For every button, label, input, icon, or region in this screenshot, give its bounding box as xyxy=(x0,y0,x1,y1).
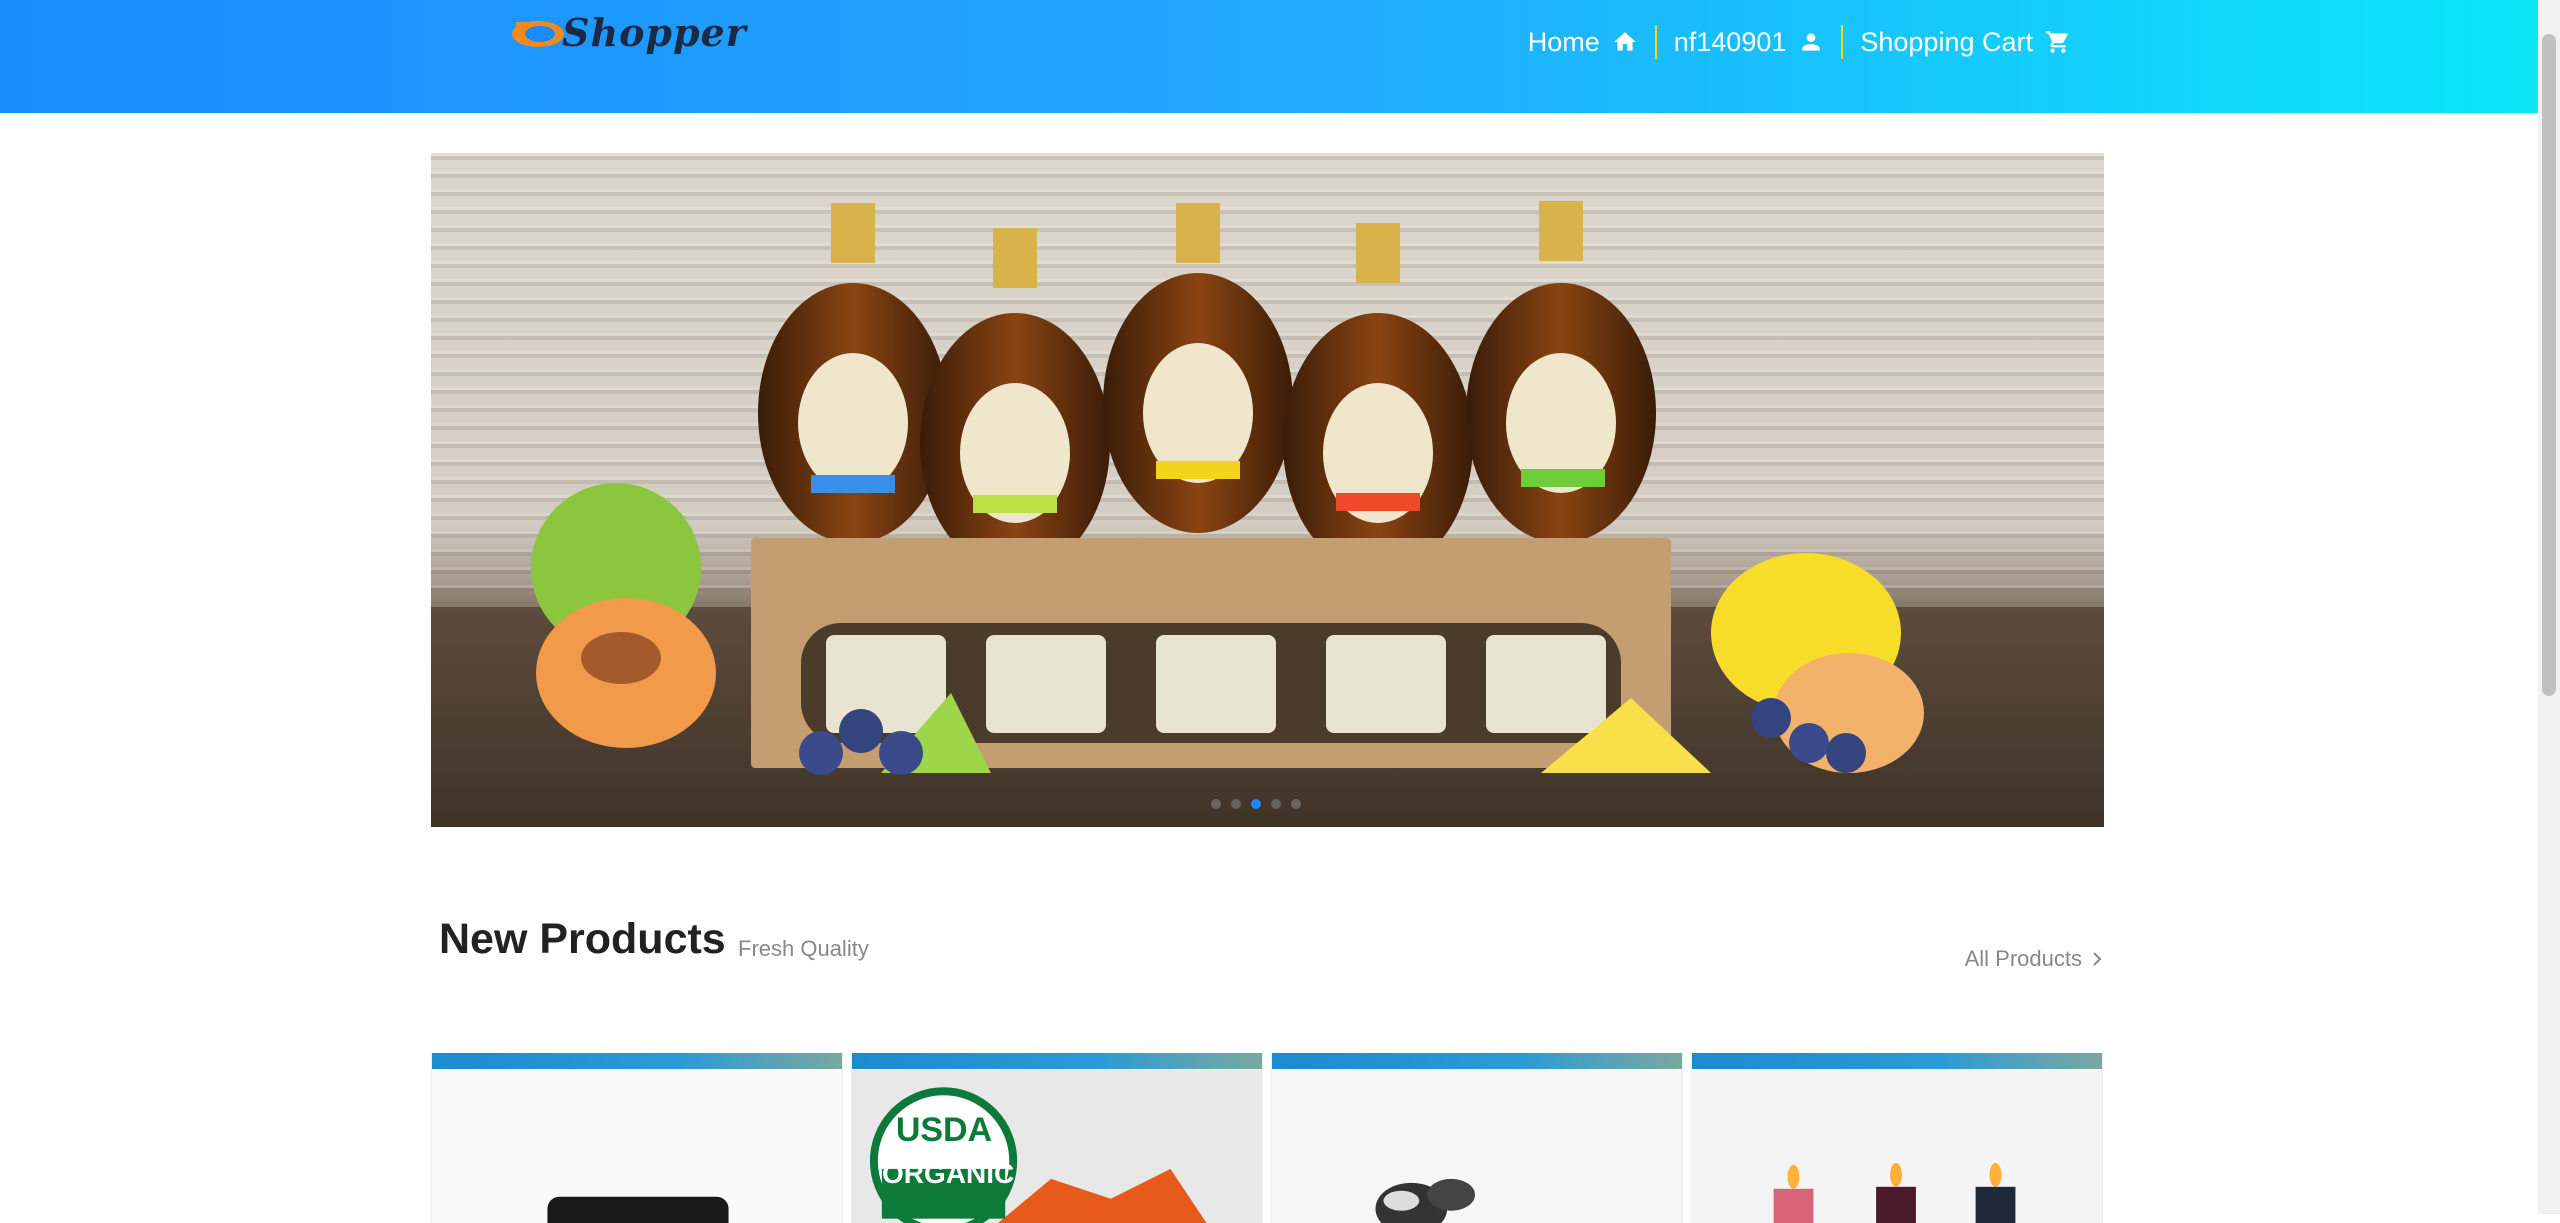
nav-cart-label: Shopping Cart xyxy=(1860,26,2033,57)
all-products-label: All Products xyxy=(1964,946,2082,971)
carousel-dot-3[interactable] xyxy=(1251,799,1261,809)
logo-text: Shopper xyxy=(562,10,747,55)
hero-carousel[interactable] xyxy=(431,153,2104,827)
all-products-link[interactable]: All Products xyxy=(1965,946,2104,972)
card-top-bar xyxy=(1272,1053,1682,1069)
shopper-logo[interactable]: Shopper xyxy=(510,8,765,56)
carousel-dot-1[interactable] xyxy=(1211,799,1221,809)
carousel-dot-2[interactable] xyxy=(1231,799,1241,809)
bottle-peach xyxy=(1283,223,1473,573)
nav-home-label: Home xyxy=(1527,26,1600,57)
section-subtitle: Fresh Quality xyxy=(738,936,869,961)
product-card[interactable] xyxy=(1691,1053,2103,1223)
scrollbar-thumb[interactable] xyxy=(2542,34,2556,696)
section-title: New Products xyxy=(439,915,726,963)
bottle-lemon xyxy=(1103,203,1293,533)
card-top-bar xyxy=(852,1053,1262,1069)
cart-icon xyxy=(2046,31,2068,53)
chevron-right-icon xyxy=(2093,952,2102,966)
bottle-blueberry xyxy=(758,203,948,543)
badge-line-1: USDA xyxy=(895,1111,993,1149)
badge-line-2: ORGANIC xyxy=(882,1158,1015,1189)
page-scrollbar[interactable] xyxy=(2538,0,2560,1214)
product-image-wrapped-candies xyxy=(1272,1069,1682,1223)
product-card[interactable] xyxy=(431,1053,843,1223)
product-image-candles xyxy=(1692,1069,2102,1223)
nav-user-label: nf140901 xyxy=(1673,26,1787,57)
top-header: Shopper Home nf140901 Shopping Cart xyxy=(0,0,2538,113)
nav-user-link[interactable]: nf140901 xyxy=(1657,22,1842,62)
product-image-black-jar xyxy=(432,1069,842,1223)
home-icon xyxy=(1613,32,1636,51)
product-card[interactable] xyxy=(1271,1053,1683,1223)
product-card[interactable]: USDA ORGANIC xyxy=(851,1053,1263,1223)
bottle-apple xyxy=(1466,201,1656,543)
nav-cart-link[interactable]: Shopping Cart xyxy=(1843,22,2088,62)
carousel-dot-5[interactable] xyxy=(1291,799,1301,809)
bottle-key-lime xyxy=(920,228,1110,573)
card-top-bar xyxy=(432,1053,842,1069)
card-top-bar xyxy=(1692,1053,2102,1069)
carousel-indicators xyxy=(1211,799,1301,809)
carousel-dot-4[interactable] xyxy=(1271,799,1281,809)
usda-badge: USDA ORGANIC xyxy=(882,1111,1015,1190)
syrup-bottles-illustration xyxy=(531,201,1924,775)
logo-mark-icon xyxy=(512,21,564,47)
main-nav: Home nf140901 Shopping Cart xyxy=(1511,22,2088,62)
nav-home-link[interactable]: Home xyxy=(1511,22,1655,62)
user-icon xyxy=(1802,33,1821,51)
